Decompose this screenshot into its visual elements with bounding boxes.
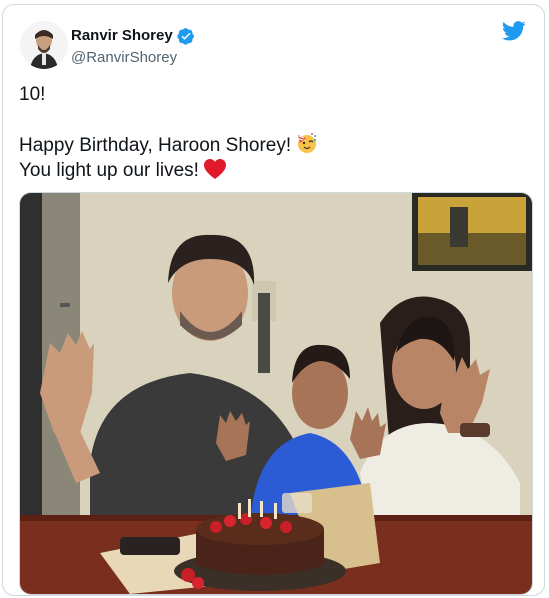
birthday-photo-image — [20, 193, 532, 594]
tweet-photo[interactable] — [19, 192, 533, 595]
tweet-text: 10! Happy Birthday, Haroon Shorey! You l… — [19, 82, 529, 183]
tweet-line-1: 10! — [19, 84, 46, 105]
author-avatar[interactable] — [20, 21, 68, 69]
twitter-bird-icon[interactable] — [502, 21, 526, 41]
partying-face-emoji-icon — [298, 133, 317, 153]
tweet-line-3: You light up our lives! — [19, 158, 529, 183]
author-name[interactable]: Ranvir Shorey — [71, 26, 195, 46]
author-handle[interactable]: @RanvirShorey — [71, 48, 177, 68]
avatar-portrait-icon — [20, 21, 68, 69]
tweet-line-2: Happy Birthday, Haroon Shorey! — [19, 131, 529, 158]
tweet-card[interactable]: Ranvir Shorey @RanvirShorey 10! Happy Bi… — [2, 4, 545, 596]
verified-badge-icon — [177, 28, 194, 45]
red-heart-emoji-icon — [203, 159, 226, 179]
